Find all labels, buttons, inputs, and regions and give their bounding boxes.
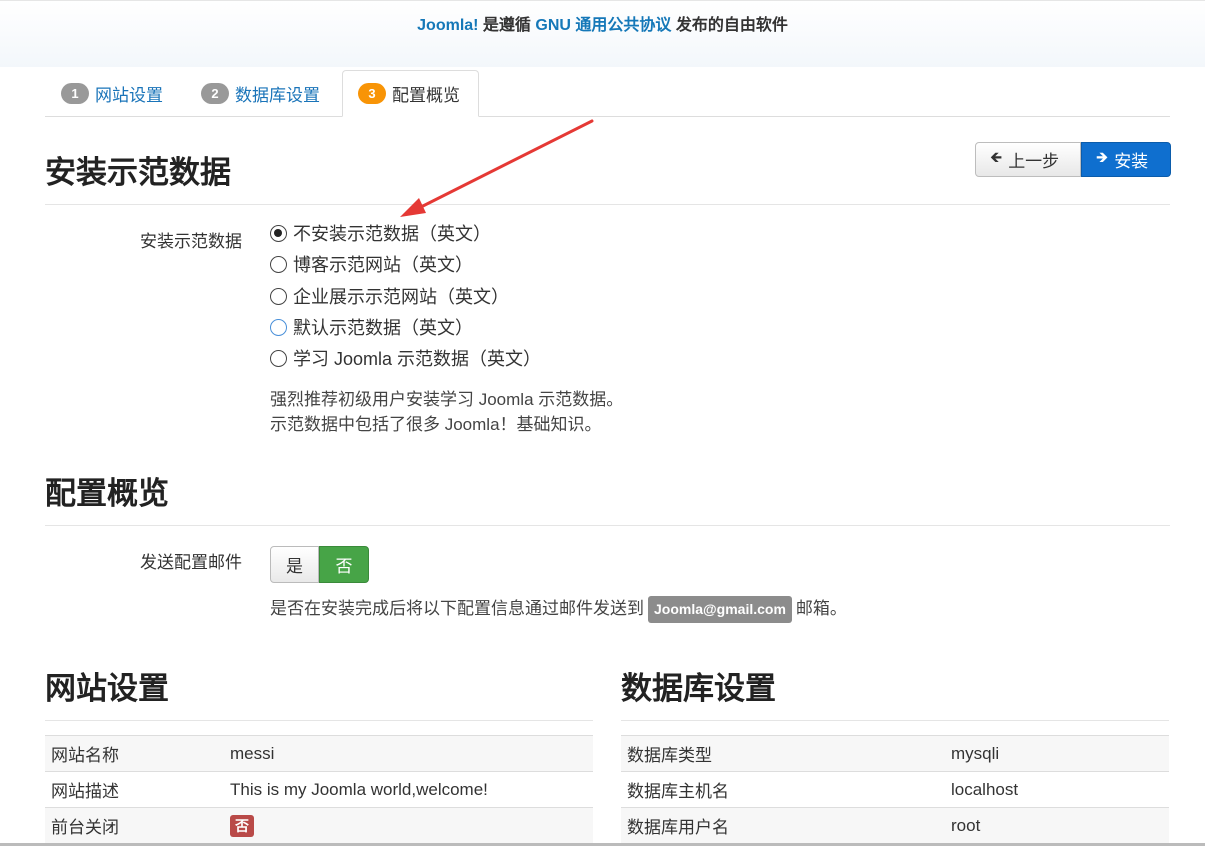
database-settings-table: 数据库类型 mysqli 数据库主机名 localhost 数据库用户名 roo… <box>621 735 1169 843</box>
table-value: messi <box>224 735 593 772</box>
status-badge: 否 <box>230 814 254 837</box>
radio-icon[interactable] <box>270 349 287 367</box>
table-row: 网站描述 This is my Joomla world,welcome! <box>45 771 593 808</box>
arrow-left-icon: 🡸 <box>990 149 1003 166</box>
table-key: 网站描述 <box>45 771 224 808</box>
table-row: 数据库用户名 root <box>621 807 1169 843</box>
radio-icon[interactable] <box>270 255 287 273</box>
table-value: 否 <box>224 807 593 843</box>
yes-button[interactable]: 是 <box>270 546 319 583</box>
tab-label: 配置概览 <box>392 86 460 105</box>
config-overview-heading: 配置概览 <box>45 476 169 511</box>
radio-option-learn[interactable]: 学习 Joomla 示范数据（英文） <box>270 345 541 371</box>
table-row: 前台关闭 否 <box>45 807 593 843</box>
table-key: 数据库主机名 <box>621 771 945 808</box>
install-button[interactable]: 🡺 安装 <box>1081 142 1171 177</box>
table-row: 数据库类型 mysqli <box>621 735 1169 772</box>
joomla-link[interactable]: Joomla! <box>417 17 478 34</box>
radio-icon[interactable] <box>270 318 287 336</box>
radio-icon[interactable] <box>270 287 287 305</box>
table-key: 数据库用户名 <box>621 807 945 843</box>
sample-data-help: 强烈推荐初级用户安装学习 Joomla 示范数据。 示范数据中包括了很多 Joo… <box>270 390 624 434</box>
no-button[interactable]: 否 <box>319 546 369 583</box>
table-key: 前台关闭 <box>45 807 224 843</box>
radio-option-brochure[interactable]: 企业展示示范网站（英文） <box>270 283 509 309</box>
license-text: Joomla! 是遵循 GNU 通用公共协议 发布的自由软件 <box>417 17 788 34</box>
radio-option-default[interactable]: 默认示范数据（英文） <box>270 314 473 340</box>
radio-option-none[interactable]: 不安装示范数据（英文） <box>270 220 491 246</box>
sample-data-heading: 安装示范数据 <box>45 155 231 190</box>
table-key: 网站名称 <box>45 735 224 772</box>
table-row: 网站名称 messi <box>45 735 593 772</box>
arrow-right-icon: 🡺 <box>1096 149 1109 166</box>
send-email-toggle: 是 否 <box>270 546 369 583</box>
divider <box>45 525 1170 526</box>
license-banner: Joomla! 是遵循 GNU 通用公共协议 发布的自由软件 <box>0 0 1205 67</box>
sample-data-label: 安装示范数据 <box>140 232 242 251</box>
radio-option-blog[interactable]: 博客示范网站（英文） <box>270 251 473 277</box>
divider <box>45 204 1170 205</box>
install-steps-tabs: 1 网站设置 2 数据库设置 3 配置概览 <box>45 70 1170 117</box>
send-email-label: 发送配置邮件 <box>140 553 242 572</box>
radio-checked-icon[interactable] <box>270 224 287 242</box>
table-value: mysqli <box>945 735 1169 772</box>
previous-button[interactable]: 🡸 上一步 <box>975 142 1081 177</box>
gnu-license-link[interactable]: GNU 通用公共协议 <box>535 17 671 34</box>
divider <box>45 720 593 721</box>
step-number-badge: 1 <box>61 82 89 104</box>
table-value: This is my Joomla world,welcome! <box>224 771 593 808</box>
tab-site-settings[interactable]: 1 网站设置 <box>61 70 163 116</box>
table-value: root <box>945 807 1169 843</box>
tab-config-overview[interactable]: 3 配置概览 <box>342 70 479 117</box>
table-key: 数据库类型 <box>621 735 945 772</box>
email-badge: Joomla@gmail.com <box>648 596 792 623</box>
table-row: 数据库主机名 localhost <box>621 771 1169 808</box>
database-settings-heading: 数据库设置 <box>621 671 776 706</box>
divider <box>621 720 1169 721</box>
tab-label: 网站设置 <box>95 85 163 105</box>
tab-database-settings[interactable]: 2 数据库设置 <box>201 70 320 116</box>
step-number-badge: 2 <box>201 82 229 104</box>
site-settings-heading: 网站设置 <box>45 671 169 706</box>
step-number-badge: 3 <box>358 83 386 104</box>
email-help: 是否在安装完成后将以下配置信息通过邮件发送到 Joomla@gmail.com 邮箱… <box>270 596 847 623</box>
site-settings-table: 网站名称 messi 网站描述 This is my Joomla world,… <box>45 735 593 843</box>
tab-label: 数据库设置 <box>235 85 320 105</box>
table-value: localhost <box>945 771 1169 808</box>
wizard-buttons: 🡸 上一步 🡺 安装 <box>975 142 1171 177</box>
